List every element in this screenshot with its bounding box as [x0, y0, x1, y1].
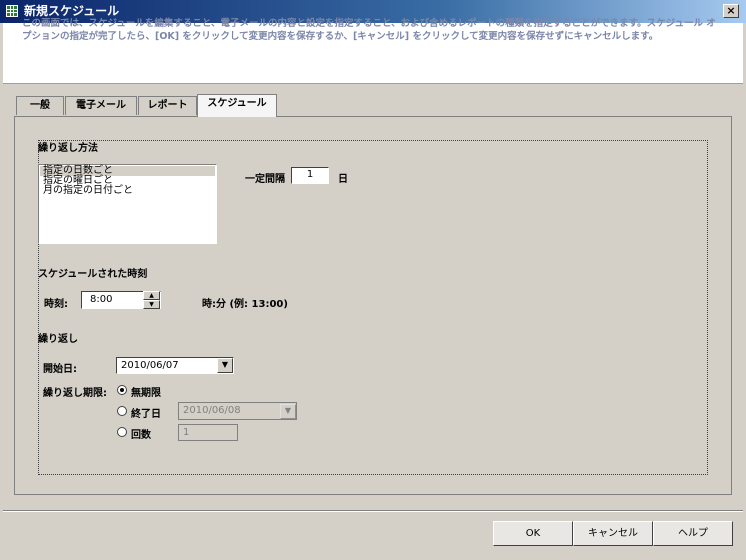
cancel-button[interactable]: キャンセル [573, 521, 653, 546]
help-button[interactable]: ヘルプ [653, 521, 733, 546]
start-date-label: 開始日: [43, 364, 77, 375]
radio-end-date[interactable] [117, 406, 127, 416]
radio-no-end[interactable] [117, 385, 127, 395]
ok-button[interactable]: OK [493, 521, 573, 546]
close-button[interactable]: × [723, 4, 739, 18]
chevron-down-icon[interactable]: ▼ [217, 358, 233, 373]
close-icon: × [726, 4, 736, 17]
interval-input[interactable]: 1 [291, 167, 329, 184]
tab-general[interactable]: 一般 [16, 96, 64, 115]
repeat-heading: 繰り返し [38, 334, 78, 345]
spin-up-icon[interactable]: ▲ [143, 291, 160, 300]
interval-label: 一定間隔 [245, 174, 285, 185]
tab-schedule[interactable]: スケジュール [197, 94, 277, 117]
spin-down-icon[interactable]: ▼ [143, 300, 160, 309]
time-label: 時刻: [44, 299, 68, 310]
time-format-hint: 時:分 (例: 13:00) [202, 299, 288, 310]
footer-divider [3, 510, 743, 512]
radio-no-end-label: 無期限 [131, 388, 161, 399]
count-field[interactable]: 1 [178, 424, 238, 441]
radio-count-label: 回数 [131, 430, 151, 441]
scheduled-time-heading: スケジュールされた時刻 [38, 269, 148, 280]
tab-email[interactable]: 電子メール [65, 96, 137, 115]
repeat-period-label: 繰り返し期限: [43, 388, 107, 399]
app-icon [5, 4, 19, 18]
chevron-down-icon[interactable]: ▼ [280, 404, 296, 419]
recurrence-heading: 繰り返し方法 [38, 143, 98, 154]
recurrence-listbox[interactable]: 指定の日数ごと 指定の曜日ごと 月の指定の日付ごと [38, 164, 217, 244]
tab-report[interactable]: レポート [138, 96, 197, 115]
radio-count[interactable] [117, 427, 127, 437]
header-description: この画面では、スケジュールを編集すること、電子メールの内容と設定を指定すること、… [22, 18, 716, 42]
time-spinner[interactable]: ▲ ▼ [143, 291, 160, 309]
interval-unit-label: 日 [338, 174, 348, 185]
radio-end-date-label: 終了日 [131, 409, 161, 420]
list-item[interactable]: 月の指定の日付ごと [40, 186, 215, 196]
